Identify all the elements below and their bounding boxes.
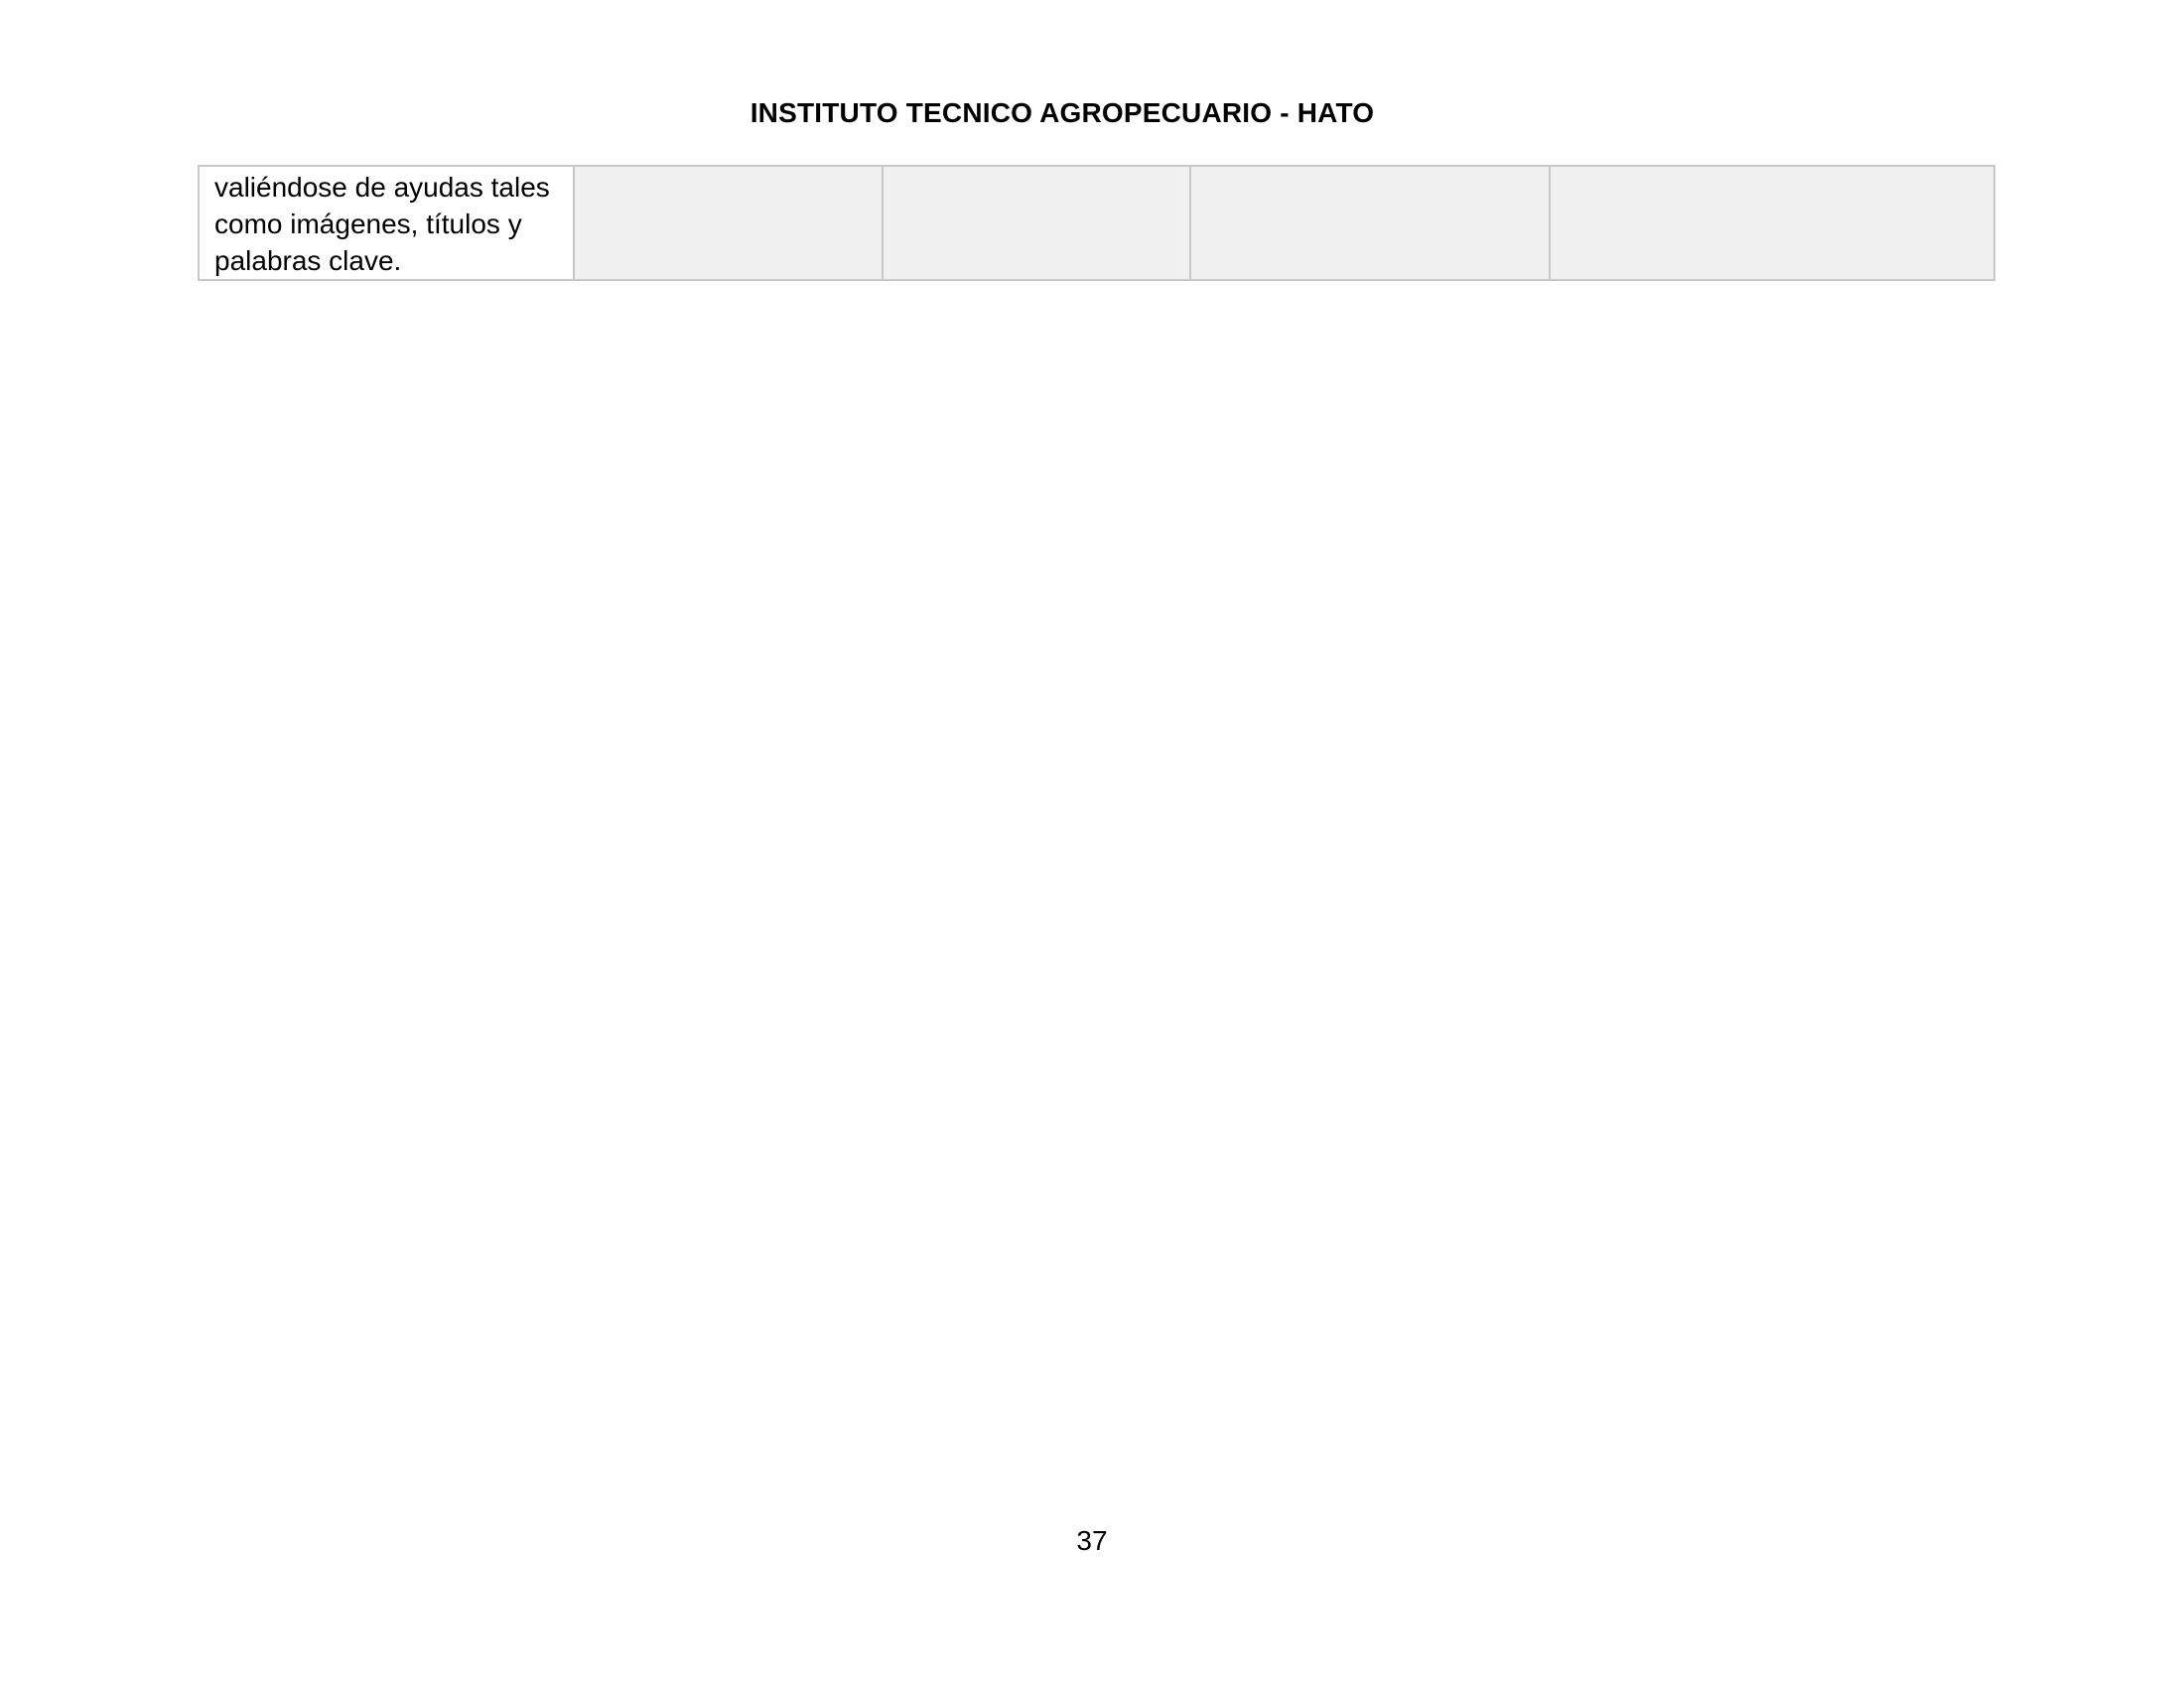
- page-number: 37: [1076, 1525, 1108, 1556]
- table-cell-empty: [1189, 165, 1551, 281]
- rubric-table: valiéndose de ayudas tales como imágenes…: [198, 165, 1995, 281]
- rubric-table-container: valiéndose de ayudas tales como imágenes…: [198, 165, 1995, 281]
- table-cell-empty: [573, 165, 884, 281]
- table-cell-empty: [1549, 165, 1995, 281]
- table-row: valiéndose de ayudas tales como imágenes…: [198, 165, 1995, 281]
- table-cell-criterion: valiéndose de ayudas tales como imágenes…: [198, 165, 575, 281]
- table-cell-empty: [882, 165, 1191, 281]
- page-header-title: INSTITUTO TECNICO AGROPECUARIO - HATO: [750, 97, 1375, 128]
